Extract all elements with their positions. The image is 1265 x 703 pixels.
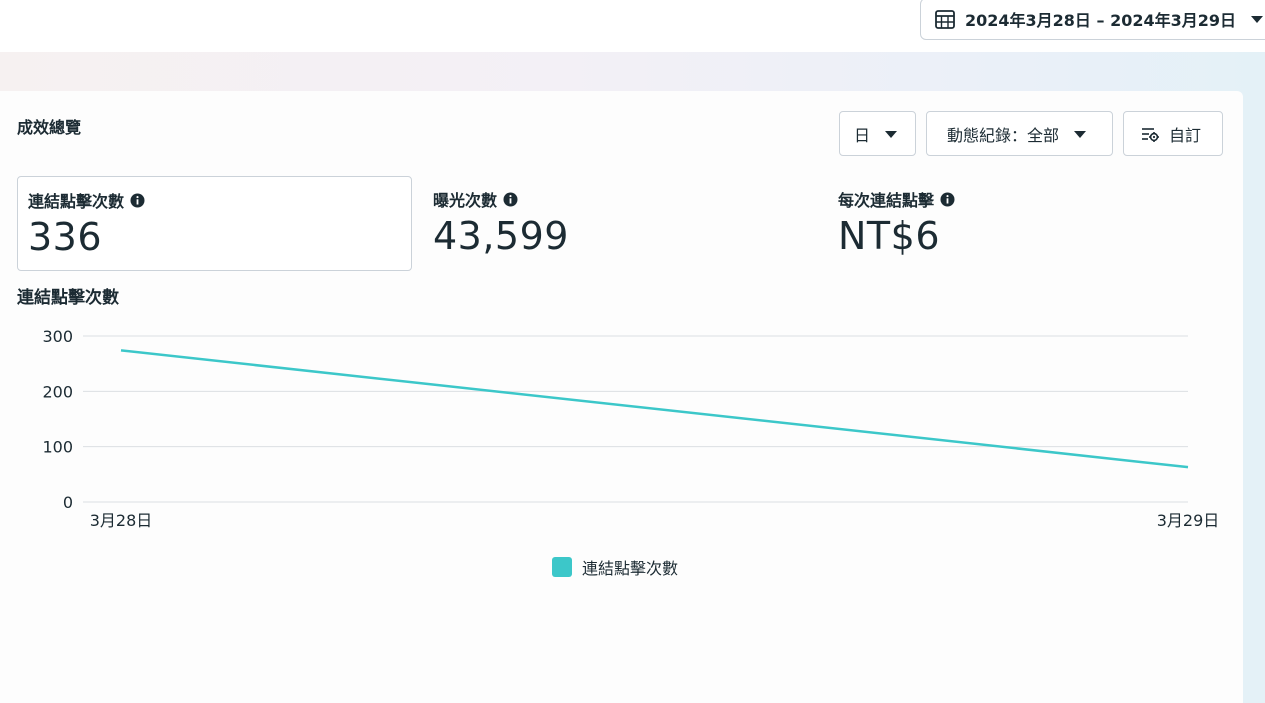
x-tick-label: 3月29日	[1157, 511, 1220, 530]
y-tick-label: 100	[42, 438, 73, 457]
y-tick-label: 200	[42, 382, 73, 401]
legend-label: 連結點擊次數	[582, 559, 679, 578]
y-tick-label: 0	[63, 493, 73, 512]
series-line[interactable]	[120, 349, 1189, 469]
y-tick-label: 300	[42, 327, 73, 346]
x-tick-label: 3月28日	[90, 511, 153, 530]
line-chart: 0 100 200 300 3月28日 3月29日	[42, 327, 1220, 530]
legend-swatch	[552, 557, 572, 577]
chart-legend[interactable]: 連結點擊次數	[552, 555, 678, 579]
